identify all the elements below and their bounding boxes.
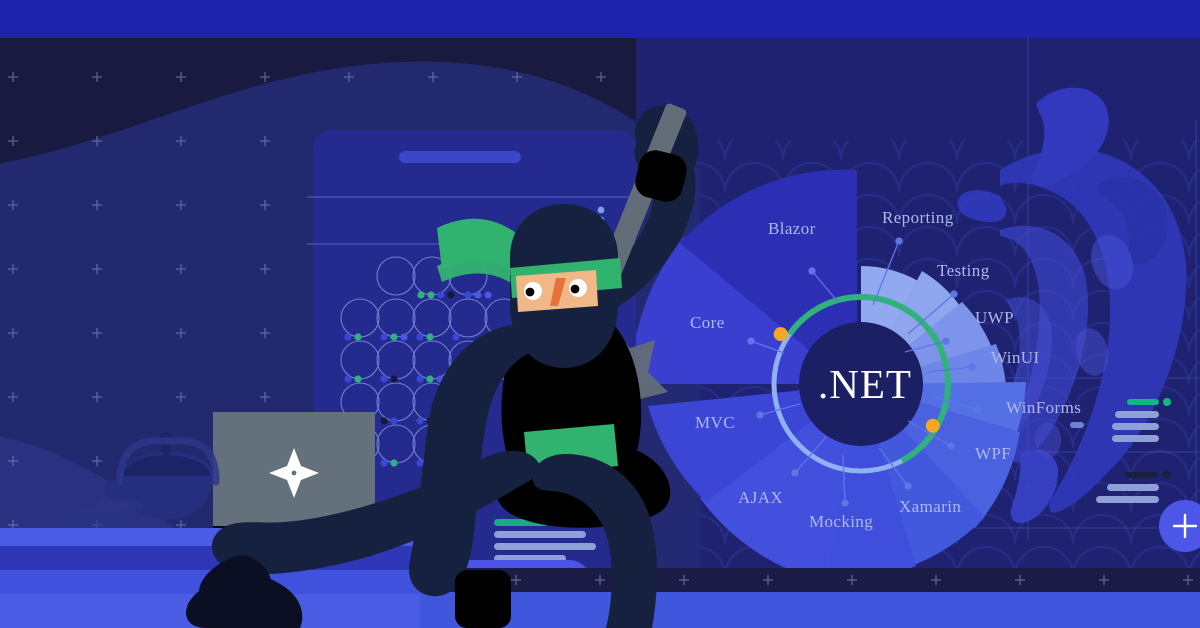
ninja-foot-back: [455, 570, 511, 628]
ninja-leg-front: [211, 450, 542, 575]
ninja-head: [510, 204, 622, 368]
ninja-pupil-right: [570, 284, 580, 294]
ninja-character-layer: [186, 103, 699, 628]
illustration-canvas: Core Blazor Reporting Testing UWP WinUI …: [0, 0, 1200, 628]
ninja-pupil-left: [525, 287, 535, 297]
